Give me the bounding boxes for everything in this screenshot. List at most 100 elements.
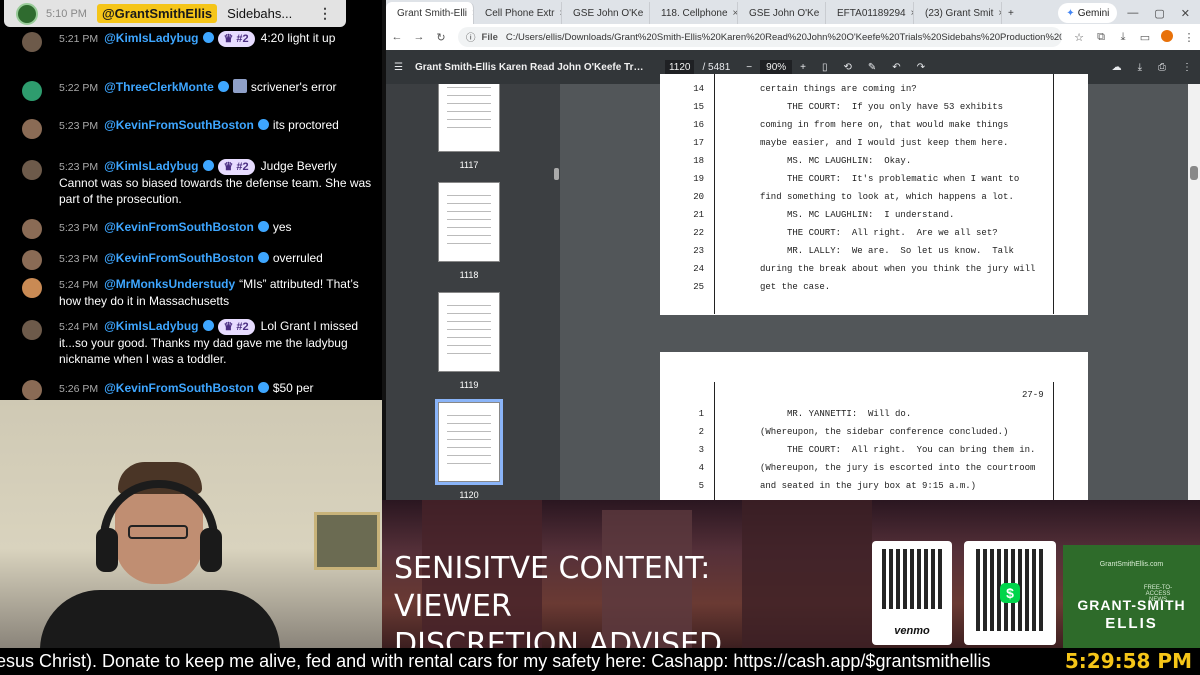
brand-logo: GrantSmithEllis.com FREE-TO-ACCESS NEWS …	[1063, 545, 1200, 648]
avatar	[22, 32, 42, 52]
address-bar[interactable]: ⓘ File C:/Users/ellis/Downloads/Grant%20…	[458, 27, 1062, 47]
page-number-input[interactable]: 1120	[664, 59, 695, 75]
thumbnail-sidebar[interactable]: 1117 1118 1119 1120	[386, 84, 560, 500]
tab[interactable]: GSE John O'Ke×	[738, 2, 826, 24]
new-tab-button[interactable]: +	[1002, 2, 1022, 24]
drive-save-icon[interactable]: ☁	[1104, 62, 1130, 73]
menu-icon[interactable]: ⋮	[1178, 31, 1200, 44]
wall-picture	[314, 512, 380, 570]
gemini-button[interactable]: ✦ Gemini	[1058, 3, 1118, 23]
scrollbar-thumb[interactable]	[1190, 166, 1198, 180]
pinned-text: Sidebahs...	[227, 6, 293, 21]
close-window-icon[interactable]: ✕	[1181, 7, 1190, 20]
qr-code	[882, 549, 942, 609]
forward-icon[interactable]: →	[408, 31, 430, 43]
chat-message: 5:24 PM @MrMonksUnderstudy “MIs” attribute…	[0, 276, 382, 312]
sparkle-icon: ✦	[1066, 7, 1075, 19]
tab-bar: Grant Smith-Elli× Cell Phone Extr× GSE J…	[386, 0, 1200, 24]
thumbnail-scrollbar[interactable]	[554, 168, 559, 180]
close-icon[interactable]: ×	[728, 8, 737, 19]
zoom-in-icon[interactable]: +	[792, 62, 814, 73]
chat-text: its proctored	[272, 118, 339, 132]
rotate-icon[interactable]: ⟲	[836, 62, 860, 73]
chat-text: 4:20 light it up	[260, 31, 336, 45]
avatar	[22, 278, 42, 298]
chat-message: 5:21 PM @KimIsLadybug ♛ #2 4:20 light it up	[0, 30, 382, 66]
back-icon[interactable]: ←	[386, 31, 408, 43]
chat-message: 5:23 PM @KevinFromSouthBoston its proctore…	[0, 117, 382, 153]
member-badge-icon	[257, 382, 269, 393]
chat-username[interactable]: @KevinFromSouthBoston	[104, 220, 254, 234]
avatar	[22, 81, 42, 101]
download-icon[interactable]: ⤓	[1130, 62, 1150, 73]
redo-icon[interactable]: ↷	[909, 62, 933, 73]
pdf-title: Grant Smith-Ellis Karen Read John O'Keef…	[414, 61, 645, 73]
tab[interactable]: EFTA01189294×	[826, 2, 914, 24]
thumbnail-label: 1120	[459, 490, 479, 500]
page-thumbnail[interactable]	[438, 84, 500, 152]
close-icon[interactable]: ×	[643, 8, 649, 19]
page-thumbnail[interactable]	[438, 182, 500, 262]
pinned-message[interactable]: 5:10 PM @GrantSmithEllis Sidebahs... ⋮	[4, 0, 346, 27]
member-badge-icon	[202, 32, 214, 43]
print-icon[interactable]: ⎙	[1150, 62, 1174, 73]
page-thumbnail-selected[interactable]	[435, 399, 503, 485]
tab[interactable]: (23) Grant Smit×	[914, 2, 1002, 24]
zoom-input[interactable]: 90%	[760, 59, 793, 75]
downloads-icon[interactable]: ⤓	[1112, 31, 1134, 44]
close-icon[interactable]: ×	[819, 8, 825, 19]
tab[interactable]: GSE John O'Ke×	[562, 2, 650, 24]
address-toolbar: ← → ↻ ⓘ File C:/Users/ellis/Downloads/Gr…	[386, 24, 1200, 50]
tab[interactable]: 118. Cellphone ×	[650, 2, 738, 24]
chat-text: $50 per	[272, 381, 314, 395]
hamburger-menu-icon[interactable]: ☰	[386, 62, 411, 73]
annotate-icon[interactable]: ✎	[860, 62, 884, 73]
content-warning: SENISITVE CONTENT: VIEWER DISCRETION ADV…	[394, 551, 723, 648]
chat-username[interactable]: @KevinFromSouthBoston	[104, 381, 254, 395]
more-options-icon[interactable]: ⋮	[1174, 62, 1200, 73]
chat-username[interactable]: @ThreeClerkMonte	[104, 80, 214, 94]
fit-page-icon[interactable]: ▯	[814, 62, 836, 73]
chat-username[interactable]: @KimIsLadybug	[104, 159, 198, 173]
profile-avatar-icon[interactable]	[1156, 29, 1178, 45]
cast-icon[interactable]: ▭	[1134, 31, 1156, 44]
member-badge-icon	[257, 252, 269, 263]
member-badge-icon	[202, 320, 214, 331]
clock: 5:29:58 PM	[1064, 648, 1200, 675]
chat-message: 5:23 PM @KimIsLadybug ♛ #2 Judge Beverly Ca…	[0, 158, 382, 210]
more-vert-icon[interactable]: ⋮	[318, 5, 332, 22]
page-thumbnail[interactable]	[438, 292, 500, 372]
crown-rank-badge: ♛ #2	[217, 31, 255, 47]
document-scrollbar[interactable]	[1188, 84, 1200, 500]
member-badge-icon	[257, 221, 269, 232]
stream-overlay-banner: SENISITVE CONTENT: VIEWER DISCRETION ADV…	[382, 500, 1200, 648]
bookmark-star-icon[interactable]: ☆	[1068, 31, 1090, 44]
pinned-username[interactable]: @GrantSmithEllis	[96, 4, 218, 23]
chat-username[interactable]: @KimIsLadybug	[104, 319, 198, 333]
chat-username[interactable]: @MrMonksUnderstudy	[104, 277, 235, 291]
pinned-time: 5:10 PM	[46, 7, 87, 20]
tab[interactable]: Cell Phone Extr×	[474, 2, 562, 24]
thumbnail-label: 1119	[459, 380, 479, 390]
chat-message: 5:23 PM @KevinFromSouthBoston yes	[0, 219, 382, 239]
close-icon[interactable]: ×	[906, 8, 913, 19]
chat-username[interactable]: @KevinFromSouthBoston	[104, 118, 254, 132]
pdf-viewport: 1117 1118 1119 1120 14 certain things are…	[386, 74, 1200, 500]
reload-icon[interactable]: ↻	[430, 31, 452, 44]
close-icon[interactable]: ×	[554, 8, 561, 19]
extensions-icon[interactable]: ⧉	[1090, 31, 1112, 44]
minimize-icon[interactable]: —	[1127, 7, 1138, 19]
venmo-qr-card: venmo	[872, 541, 952, 645]
zoom-out-icon[interactable]: −	[738, 62, 760, 73]
avatar	[22, 219, 42, 239]
tab-pdf[interactable]: Grant Smith-Elli×	[386, 2, 474, 24]
maximize-icon[interactable]: ▢	[1154, 7, 1164, 20]
undo-icon[interactable]: ↶	[884, 62, 908, 73]
live-chat-panel: 5:10 PM @GrantSmithEllis Sidebahs... ⋮ 5…	[0, 0, 382, 400]
chat-username[interactable]: @KimIsLadybug	[104, 31, 198, 45]
close-icon[interactable]: ×	[993, 8, 1001, 19]
avatar	[22, 380, 42, 400]
avatar	[22, 320, 42, 340]
chat-username[interactable]: @KevinFromSouthBoston	[104, 251, 254, 265]
close-icon[interactable]: ×	[467, 8, 473, 19]
